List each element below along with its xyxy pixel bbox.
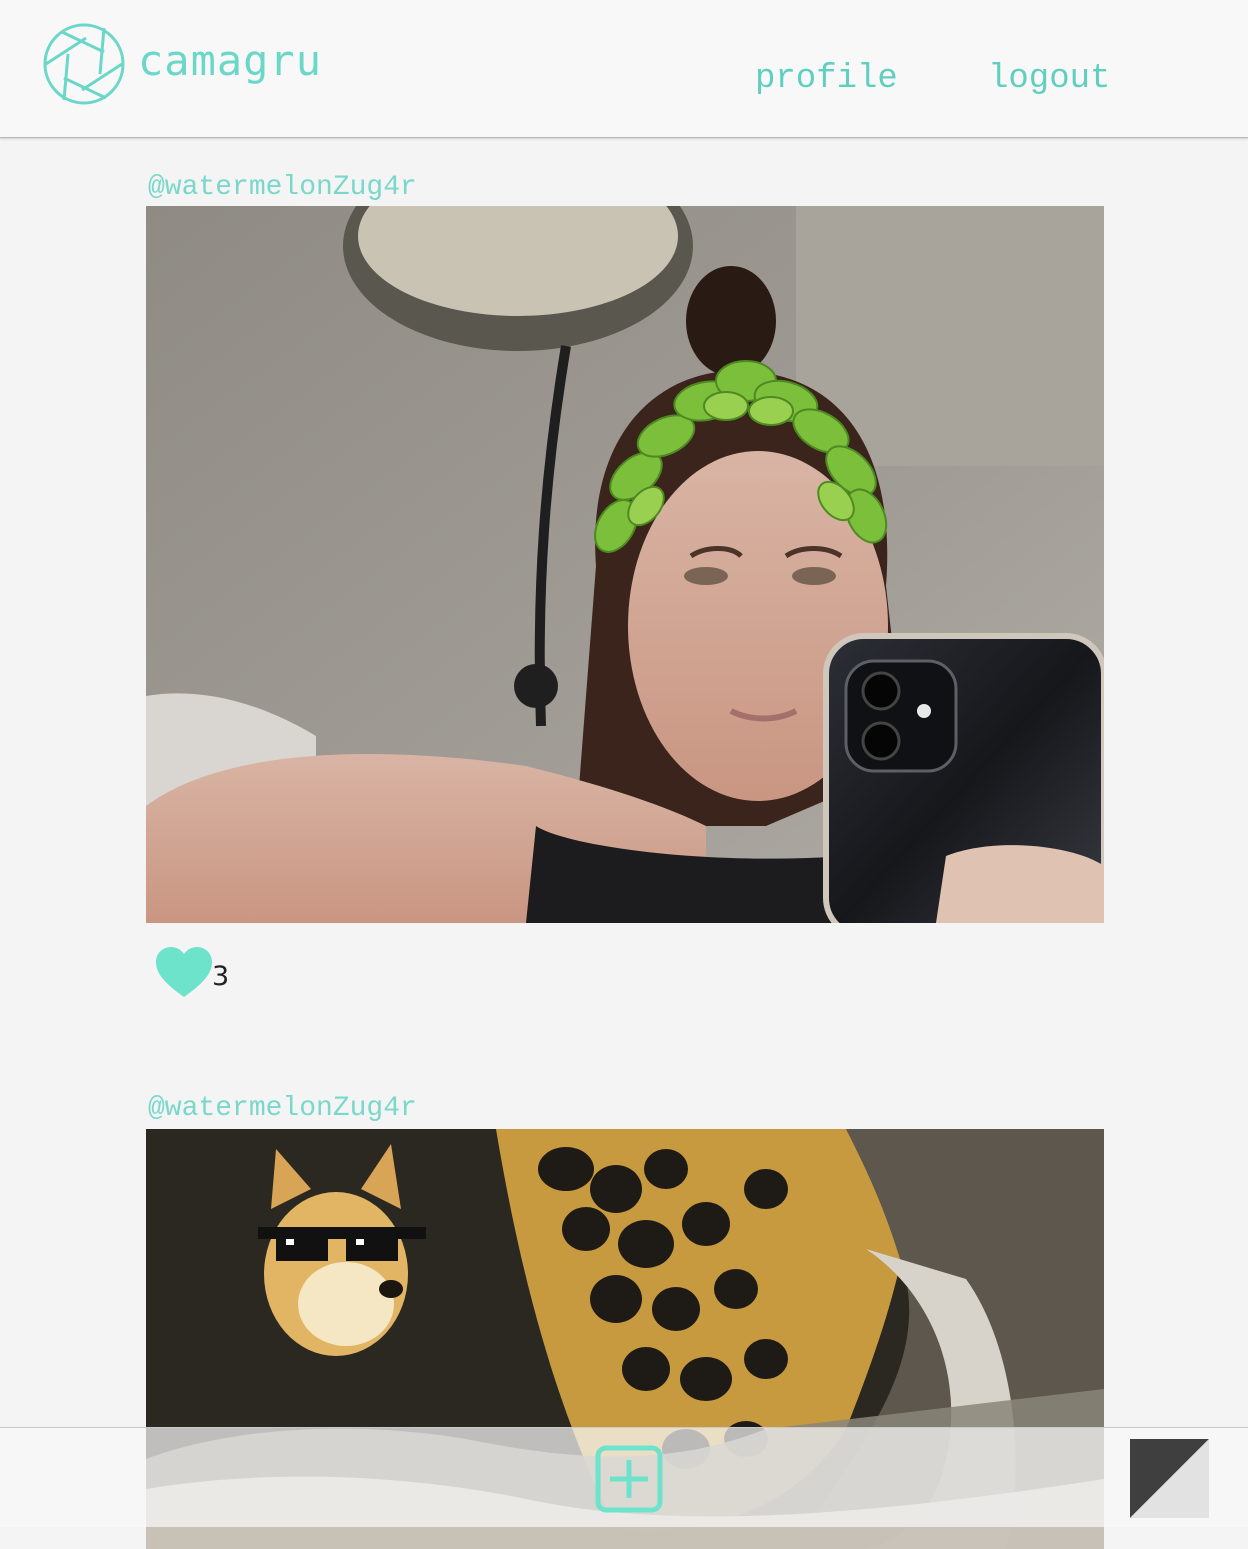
like-bar: 3 <box>146 923 1104 1103</box>
post-photo-image <box>146 206 1104 923</box>
bottom-toolbar <box>0 1427 1248 1527</box>
heart-icon[interactable] <box>154 945 214 999</box>
post-photo <box>146 206 1104 923</box>
like-count: 3 <box>212 961 230 992</box>
post-username[interactable]: @watermelonZug4r <box>148 140 1104 206</box>
app-logo[interactable]: camagru <box>42 22 322 106</box>
photo-feed: @watermelonZug4r 3 @watermelonZug4r <box>146 140 1104 1549</box>
post-card: @watermelonZug4r <box>146 140 1104 1103</box>
profile-link[interactable]: profile <box>755 60 898 98</box>
app-name: camagru <box>138 35 323 85</box>
theme-toggle-icon[interactable] <box>1130 1439 1209 1518</box>
plus-square-icon[interactable] <box>594 1444 664 1514</box>
camera-aperture-icon <box>43 23 125 105</box>
top-nav-bar: camagru profile logout <box>0 0 1248 138</box>
post-username[interactable]: @watermelonZug4r <box>148 1095 1104 1129</box>
logout-link[interactable]: logout <box>988 60 1110 98</box>
